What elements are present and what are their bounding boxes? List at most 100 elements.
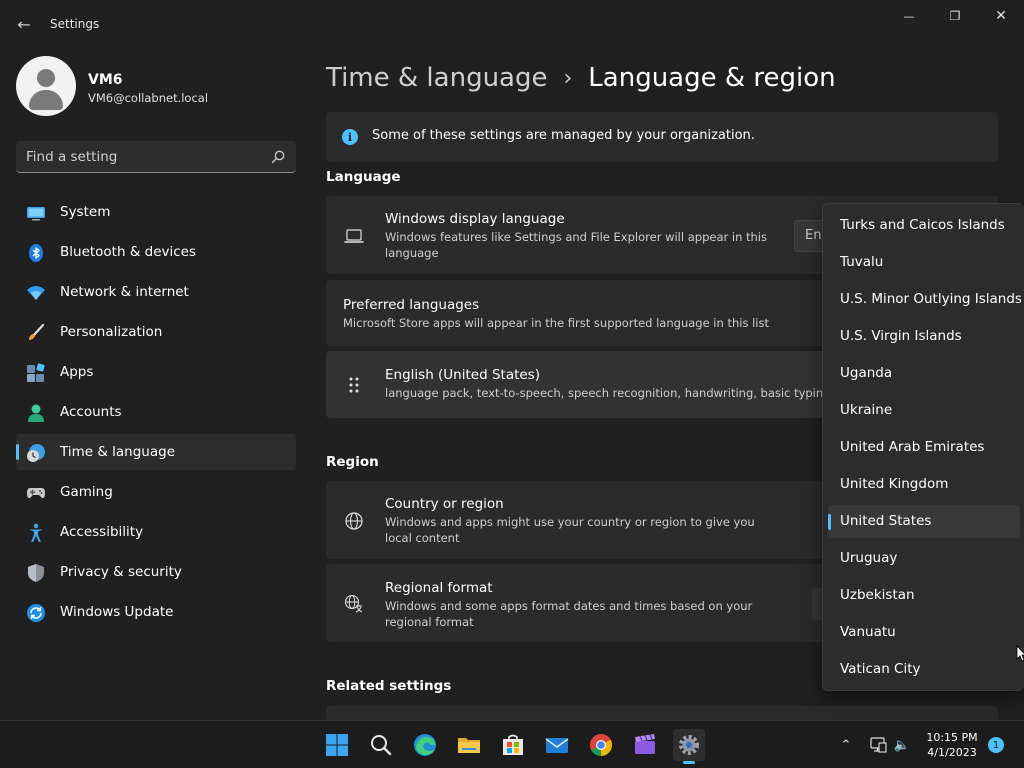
title-bar: ← Settings — ❐ ✕	[0, 0, 1024, 48]
english-language-title: English (United States)	[385, 367, 540, 383]
user-profile[interactable]: VM6 VM6@collabnet.local	[16, 56, 296, 118]
sidebar-item-bluetooth[interactable]: Bluetooth & devices	[16, 234, 296, 270]
settings-icon	[679, 735, 699, 755]
display-language-value: En	[805, 228, 822, 243]
mouse-cursor-icon	[1016, 645, 1024, 662]
preferred-languages-title: Preferred languages	[343, 297, 480, 313]
taskbar: ⌃ 🔈 10:15 PM 4/1/2023 1	[0, 720, 1024, 768]
sidebar-item-personalization[interactable]: Personalization	[16, 314, 296, 350]
search-box[interactable]	[16, 141, 296, 173]
taskbar-settings[interactable]	[673, 729, 705, 764]
drag-handle-icon[interactable]	[344, 375, 364, 395]
country-dropdown-list[interactable]: Turks and Caicos Islands Tuvalu U.S. Min…	[822, 203, 1024, 691]
shield-icon	[28, 564, 44, 582]
info-icon: i	[342, 129, 358, 145]
taskbar-store[interactable]	[497, 729, 529, 761]
dropdown-option[interactable]: Uzbekistan	[828, 579, 1020, 612]
gamepad-icon	[27, 488, 45, 499]
sidebar-item-label: Network & internet	[60, 284, 189, 300]
dropdown-option[interactable]: United Arab Emirates	[828, 431, 1020, 464]
dropdown-option[interactable]: U.S. Virgin Islands	[828, 320, 1020, 353]
breadcrumb: Time & language › Language & region	[326, 58, 836, 98]
profile-email: VM6@collabnet.local	[88, 91, 209, 105]
managed-info-bar: i Some of these settings are managed by …	[326, 112, 998, 162]
dropdown-option-selected[interactable]: United States	[828, 505, 1020, 538]
sidebar-item-apps[interactable]: Apps	[16, 354, 296, 390]
laptop-icon	[344, 229, 364, 243]
search-input[interactable]	[26, 147, 266, 167]
taskbar-clock[interactable]: 10:15 PM 4/1/2023	[920, 730, 984, 760]
dropdown-option[interactable]: U.S. Minor Outlying Islands	[828, 283, 1022, 316]
taskbar-file-explorer[interactable]	[453, 729, 485, 761]
maximize-button[interactable]: ❐	[932, 0, 978, 32]
dropdown-option[interactable]: Turks and Caicos Islands	[828, 209, 1020, 242]
country-region-title: Country or region	[385, 496, 504, 512]
store-icon	[503, 734, 523, 755]
sidebar-item-label: Accessibility	[60, 524, 144, 540]
dropdown-option[interactable]: Uganda	[828, 357, 1020, 390]
taskbar-search-button[interactable]	[365, 729, 397, 761]
sidebar-item-gaming[interactable]: Gaming	[16, 474, 296, 510]
info-text: Some of these settings are managed by yo…	[372, 128, 755, 143]
sidebar-item-accounts[interactable]: Accounts	[16, 394, 296, 430]
english-language-description: language pack, text-to-speech, speech re…	[385, 386, 831, 400]
app-title: Settings	[50, 17, 100, 31]
back-arrow-icon: ←	[17, 14, 31, 34]
dropdown-option[interactable]: Ukraine	[828, 394, 1020, 427]
notification-badge[interactable]: 1	[988, 737, 1004, 753]
close-button[interactable]: ✕	[978, 0, 1024, 32]
regional-format-description: Windows and some apps format dates and t…	[385, 599, 753, 629]
taskbar-edge[interactable]	[409, 729, 441, 761]
edge-icon	[414, 734, 436, 756]
dropdown-option[interactable]: Uruguay	[828, 542, 1020, 575]
regional-format-icon	[344, 594, 363, 613]
related-settings-card[interactable]	[326, 706, 998, 720]
accounts-icon	[28, 404, 44, 422]
dropdown-option[interactable]: Tuvalu	[828, 246, 1020, 279]
globe-icon	[345, 512, 363, 530]
update-icon	[27, 604, 45, 622]
apps-icon	[27, 363, 45, 382]
dropdown-option[interactable]: Vanuatu	[828, 616, 1020, 649]
sidebar-item-label: System	[60, 204, 111, 220]
sidebar-item-time-language[interactable]: Time & language	[16, 434, 296, 470]
sidebar-item-label: Apps	[60, 364, 94, 380]
volume-tray-button[interactable]: 🔈	[892, 735, 912, 755]
dropdown-option[interactable]: Vatican City	[828, 653, 1020, 686]
sidebar-item-label: Gaming	[60, 484, 113, 500]
taskbar-chrome[interactable]	[585, 729, 617, 761]
clapper-icon	[635, 734, 655, 754]
close-icon: ✕	[995, 8, 1007, 24]
sidebar-item-windows-update[interactable]: Windows Update	[16, 594, 296, 630]
back-button[interactable]: ←	[12, 12, 36, 36]
chevron-up-icon: ⌃	[840, 737, 852, 753]
preferred-languages-description: Microsoft Store apps will appear in the …	[343, 316, 769, 330]
display-language-description: Windows features like Settings and File …	[385, 230, 767, 260]
start-button[interactable]	[321, 729, 353, 761]
taskbar-mail[interactable]	[541, 729, 573, 761]
language-heading: Language	[326, 169, 401, 185]
clock-date: 4/1/2023	[927, 746, 977, 759]
mail-icon	[545, 738, 569, 753]
avatar	[16, 56, 76, 116]
show-hidden-icons-button[interactable]: ⌃	[836, 735, 856, 755]
sidebar-item-system[interactable]: System	[16, 194, 296, 230]
sidebar-item-privacy[interactable]: Privacy & security	[16, 554, 296, 590]
taskbar-clipchamp[interactable]	[629, 729, 661, 761]
accessibility-icon	[29, 523, 43, 542]
volume-icon: 🔈	[893, 737, 911, 753]
dropdown-option[interactable]: United Kingdom	[828, 468, 1020, 501]
sidebar-item-label: Windows Update	[60, 604, 174, 620]
display-language-title: Windows display language	[385, 211, 565, 227]
wifi-icon	[27, 286, 45, 300]
chevron-right-icon: ›	[563, 65, 573, 91]
search-icon[interactable]	[270, 149, 286, 165]
system-icon	[27, 207, 45, 221]
page-title: Language & region	[588, 63, 836, 93]
network-tray-button[interactable]	[868, 735, 888, 755]
minimize-button[interactable]: —	[886, 0, 932, 32]
breadcrumb-parent[interactable]: Time & language	[326, 63, 547, 93]
sidebar-item-accessibility[interactable]: Accessibility	[16, 514, 296, 550]
sidebar-item-network[interactable]: Network & internet	[16, 274, 296, 310]
start-icon	[326, 734, 348, 756]
